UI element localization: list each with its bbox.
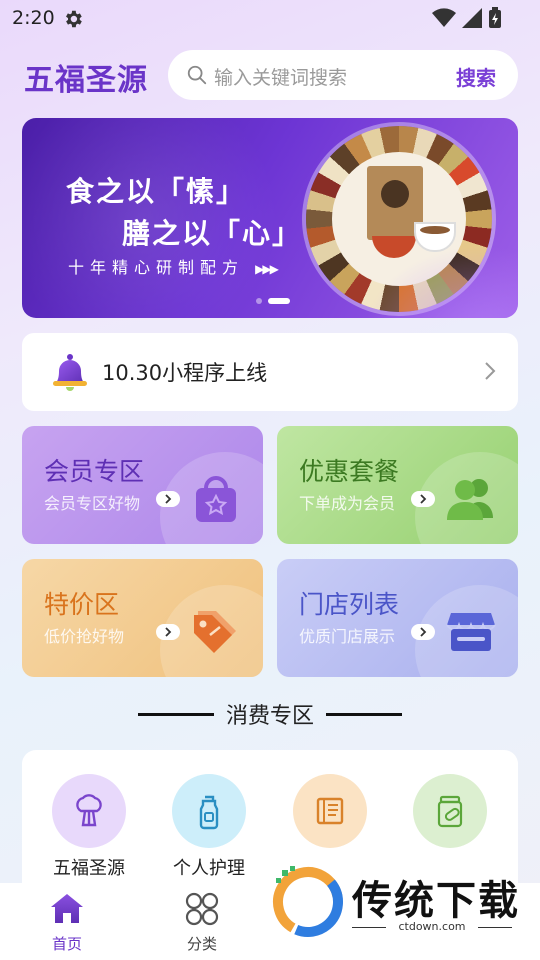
status-time: 2:20 [12,7,55,29]
card-title: 特价区 [44,590,120,619]
chevron-right-icon[interactable] [411,491,435,507]
card-subtitle: 会员专区好物 [44,494,141,513]
shopping-bag-icon [196,476,236,522]
card-subtitle: 下单成为会员 [299,494,396,513]
search-icon [187,65,207,85]
card-store-list[interactable]: 门店列表 优质门店展示 [277,559,518,677]
promo-banner[interactable]: 食之以「愫」 膳之以「心」 十年精心研制配方 ▶▶▶ [22,118,518,318]
battery-icon [489,7,501,28]
card-subtitle: 优质门店展示 [299,627,396,646]
broccoli-icon [52,774,126,848]
category-item[interactable] [280,774,380,854]
divider [326,712,402,716]
brand-title: 五福圣源 [24,63,148,98]
bottle-icon [172,774,246,848]
nav-home[interactable]: 首页 [27,891,107,954]
section-header: 消费专区 [0,698,540,730]
gear-icon [66,10,82,28]
medicine-jar-icon [413,774,487,848]
triple-arrow-icon: ▶▶▶ [255,262,279,276]
banner-line2: 膳之以「心」 [122,217,303,250]
category-item[interactable]: 个人护理 [159,774,259,880]
banner-subtitle: 十年精心研制配方 ▶▶▶ [68,258,279,277]
nav-category[interactable]: 分类 [162,891,242,954]
nav-label: 分类 [186,935,217,953]
users-icon [447,479,493,520]
card-discount-package[interactable]: 优惠套餐 下单成为会员 [277,426,518,544]
section-title: 消费专区 [225,704,314,729]
chevron-right-icon[interactable] [156,624,180,640]
divider [137,712,214,716]
announcement-bar[interactable]: 10.30小程序上线 [22,333,518,411]
chevron-right-icon[interactable] [156,491,180,507]
grid-icon [185,892,219,926]
chevron-right-icon [485,362,496,380]
watermark-logo-icon [273,866,343,937]
watermark-url: ctdown.com [352,920,512,933]
signal-icon [462,8,482,28]
cup-image [414,222,456,252]
banner-line1: 食之以「愫」 [66,175,247,208]
announcement-text: 10.30小程序上线 [102,361,268,385]
card-title: 优惠套餐 [299,457,400,486]
search-input[interactable]: 输入关键词搜索 [214,63,347,90]
card-title: 门店列表 [299,590,400,619]
chevron-right-icon[interactable] [411,624,435,640]
price-tag-icon [194,611,236,653]
card-title: 会员专区 [44,457,145,486]
search-bar[interactable]: 输入关键词搜索 搜索 [168,50,518,100]
carousel-indicator[interactable] [256,298,290,304]
category-item[interactable] [400,774,500,854]
dish-image [372,236,416,258]
category-label: 五福圣源 [53,858,125,879]
card-special-price[interactable]: 特价区 低价抢好物 [22,559,263,677]
category-item[interactable]: 五福圣源 [39,774,139,880]
card-subtitle: 低价抢好物 [44,627,125,646]
bell-icon [53,354,87,391]
carousel-dot[interactable] [256,298,262,304]
card-member-zone[interactable]: 会员专区 会员专区好物 [22,426,263,544]
search-button[interactable]: 搜索 [456,62,496,91]
carousel-dot-active[interactable] [268,298,290,304]
book-icon [293,774,367,848]
watermark: 传统下载 ctdown.com [268,862,528,942]
wifi-icon [432,8,456,27]
home-icon [51,894,83,923]
nav-label: 首页 [51,935,82,953]
store-icon [446,613,496,651]
status-bar: 2:20 [0,0,540,36]
category-label: 个人护理 [173,858,245,879]
watermark-text: 传统下载 [352,878,520,924]
